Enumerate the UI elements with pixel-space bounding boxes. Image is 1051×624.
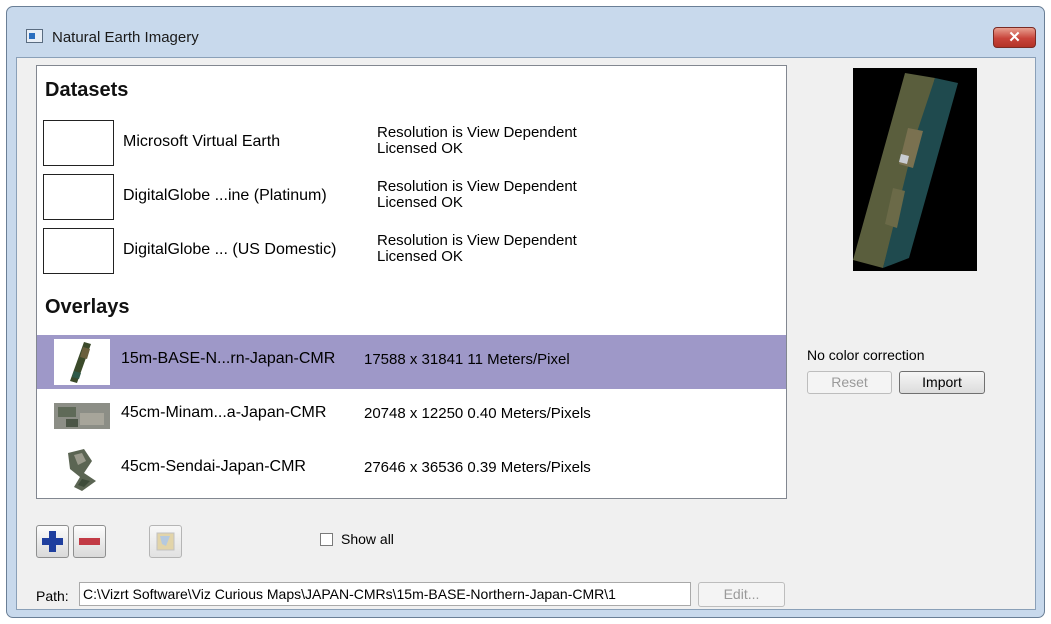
- remove-button[interactable]: [73, 525, 106, 558]
- dataset-resolution: Resolution is View Dependent: [377, 232, 577, 249]
- overlay-thumbnail: [54, 393, 110, 439]
- color-correction-label: No color correction: [807, 347, 925, 363]
- dataset-thumbnail: [43, 120, 114, 166]
- dataset-license: Licensed OK: [377, 248, 463, 265]
- dataset-name: Microsoft Virtual Earth: [123, 133, 281, 150]
- dataset-info: Resolution is View Dependent Licensed OK: [377, 125, 577, 157]
- overlay-item-45cm-sendai[interactable]: 45cm-Sendai-Japan-CMR 27646 x 36536 0.39…: [37, 443, 786, 497]
- plus-icon: [42, 531, 63, 552]
- window-icon: [26, 29, 43, 43]
- window-title: Natural Earth Imagery: [52, 29, 199, 46]
- dataset-info: Resolution is View Dependent Licensed OK: [377, 233, 577, 265]
- dataset-name: DigitalGlobe ... (US Domestic): [123, 241, 337, 258]
- show-all-label: Show all: [341, 531, 394, 547]
- add-button[interactable]: [36, 525, 69, 558]
- overlay-name: 45cm-Sendai-Japan-CMR: [121, 458, 306, 475]
- dataset-license: Licensed OK: [377, 194, 463, 211]
- overlay-thumbnail: [54, 447, 110, 493]
- dataset-thumbnail: [43, 174, 114, 220]
- path-field[interactable]: C:\Vizrt Software\Viz Curious Maps\JAPAN…: [79, 582, 691, 606]
- dataset-item-digitalglobe-platinum[interactable]: DigitalGlobe ...ine (Platinum) Resolutio…: [43, 174, 743, 224]
- dataset-resolution: Resolution is View Dependent: [377, 124, 577, 141]
- dataset-name: DigitalGlobe ...ine (Platinum): [123, 187, 327, 204]
- dataset-item-microsoft-virtual-earth[interactable]: Microsoft Virtual Earth Resolution is Vi…: [43, 120, 743, 170]
- dataset-info: Resolution is View Dependent Licensed OK: [377, 179, 577, 211]
- datasets-heading: Datasets: [45, 79, 129, 101]
- overlay-info: 17588 x 31841 11 Meters/Pixel: [364, 351, 570, 368]
- dialog-window: Natural Earth Imagery ✕ Datasets Microso…: [6, 6, 1045, 618]
- overlay-item-15m-base[interactable]: 15m-BASE-N...rn-Japan-CMR 17588 x 31841 …: [37, 335, 786, 389]
- imagery-preview: [853, 68, 977, 271]
- overlay-item-45cm-minam[interactable]: 45cm-Minam...a-Japan-CMR 20748 x 12250 0…: [37, 389, 786, 443]
- dataset-item-digitalglobe-us-domestic[interactable]: DigitalGlobe ... (US Domestic) Resolutio…: [43, 228, 743, 278]
- dataset-thumbnail: [43, 228, 114, 274]
- imagery-list[interactable]: Datasets Microsoft Virtual Earth Resolut…: [36, 65, 787, 499]
- show-all-checkbox[interactable]: [320, 533, 333, 546]
- overlay-name: 45cm-Minam...a-Japan-CMR: [121, 404, 327, 421]
- overlays-heading: Overlays: [45, 296, 130, 318]
- overlay-info: 20748 x 12250 0.40 Meters/Pixels: [364, 405, 591, 422]
- title-bar: Natural Earth Imagery ✕: [7, 7, 1044, 57]
- dataset-resolution: Resolution is View Dependent: [377, 178, 577, 195]
- minus-icon: [79, 538, 100, 545]
- edit-button[interactable]: Edit...: [698, 582, 785, 607]
- path-label: Path:: [36, 588, 69, 604]
- map-icon: [156, 532, 175, 551]
- dataset-license: Licensed OK: [377, 140, 463, 157]
- dialog-client: Datasets Microsoft Virtual Earth Resolut…: [16, 57, 1036, 610]
- overlay-name: 15m-BASE-N...rn-Japan-CMR: [121, 350, 336, 367]
- close-button[interactable]: ✕: [993, 27, 1036, 48]
- reset-button[interactable]: Reset: [807, 371, 892, 394]
- overlay-info: 27646 x 36536 0.39 Meters/Pixels: [364, 459, 591, 476]
- import-button[interactable]: Import: [899, 371, 985, 394]
- overlay-thumbnail: [54, 339, 110, 385]
- map-button[interactable]: [149, 525, 182, 558]
